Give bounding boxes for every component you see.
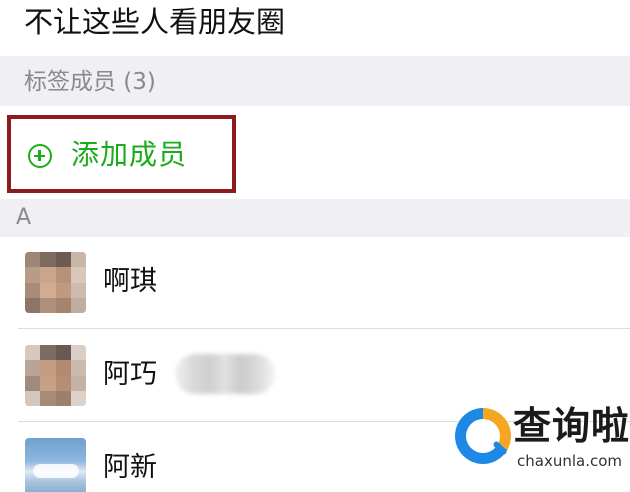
member-name: 啊琪: [103, 266, 157, 297]
member-name: 阿新: [103, 452, 157, 483]
blurred-remark: [175, 354, 275, 394]
cloud-shape: [33, 464, 79, 478]
avatar: [25, 252, 86, 313]
tag-members-count-label: 标签成员 (3): [24, 69, 156, 95]
add-member-row[interactable]: 添加成员: [0, 106, 630, 199]
member-row[interactable]: 啊琪: [0, 237, 630, 329]
watermark-title: 查询啦: [513, 404, 630, 448]
add-member-button[interactable]: 添加成员: [7, 115, 236, 193]
tag-members-header: 标签成员 (3): [0, 56, 630, 106]
index-section-header: A: [0, 199, 630, 237]
page-header: 不让这些人看朋友圈: [0, 0, 630, 56]
watermark-logo-icon: [455, 408, 511, 464]
avatar: [25, 345, 86, 406]
watermark-subtitle: chaxunla.com: [517, 452, 622, 470]
plus-circle-icon: [28, 144, 52, 168]
watermark: 查询啦 chaxunla.com: [455, 402, 630, 482]
index-letter: A: [16, 205, 32, 230]
page-title: 不让这些人看朋友圈: [24, 5, 286, 39]
avatar: [25, 438, 86, 492]
row-divider: [18, 328, 630, 329]
add-member-label: 添加成员: [71, 138, 188, 171]
member-name: 阿巧: [103, 359, 157, 390]
